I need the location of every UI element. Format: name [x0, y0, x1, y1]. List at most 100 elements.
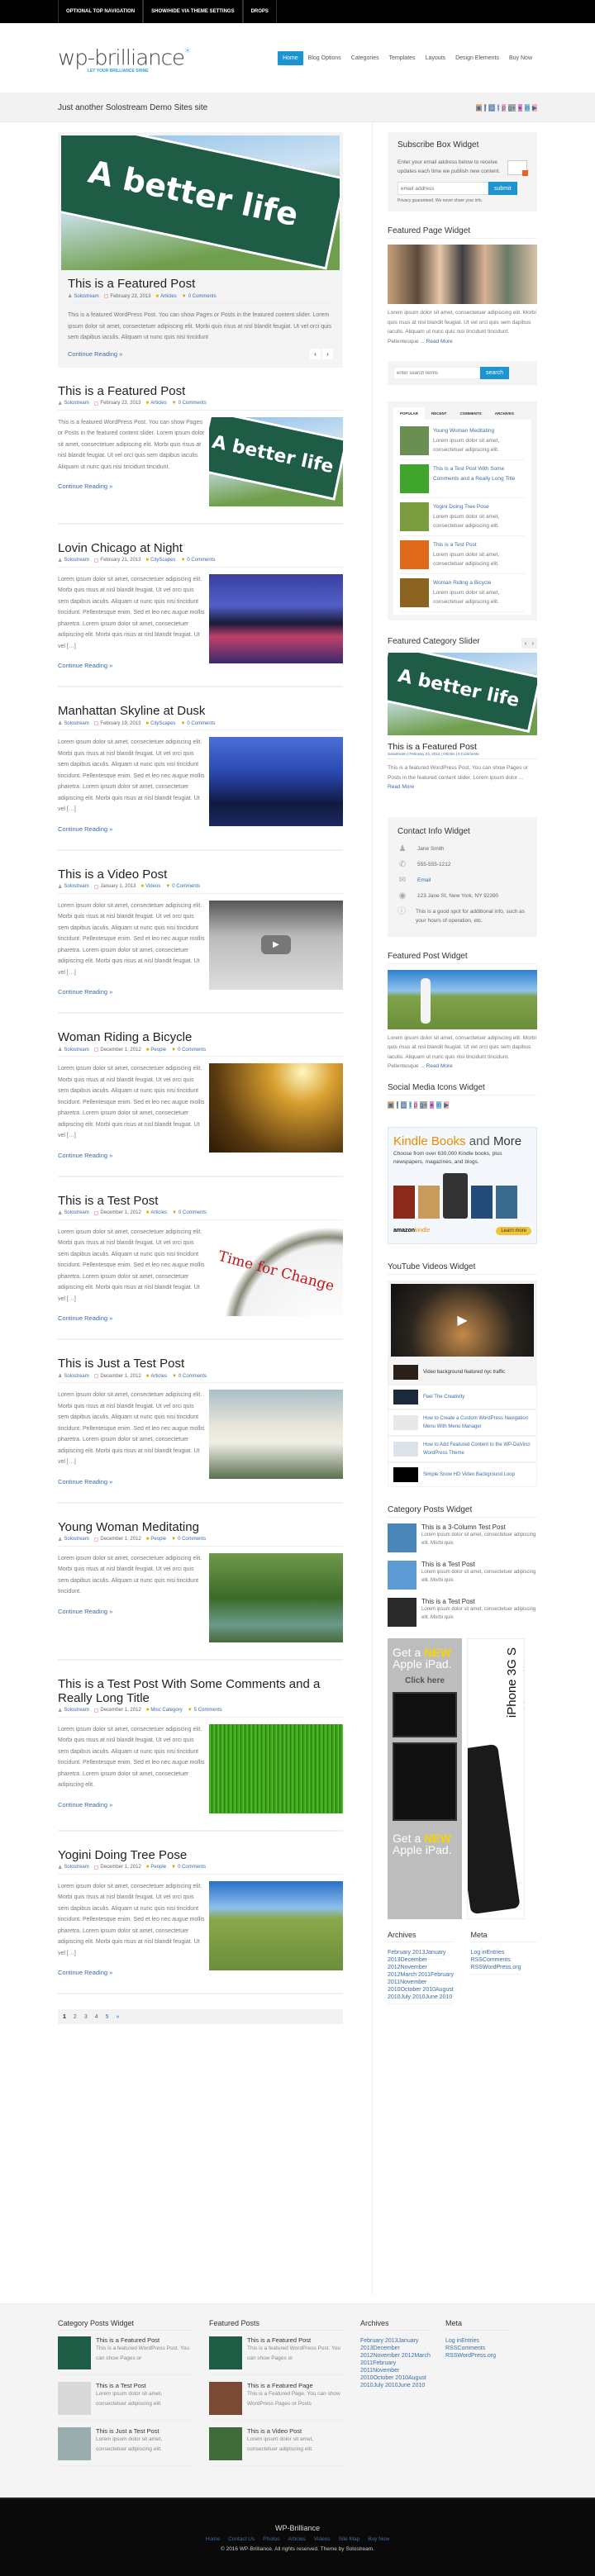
grass-image[interactable] — [209, 1723, 343, 1813]
popular-post-title[interactable]: Woman Riding a Bicycle — [433, 578, 525, 588]
category-link[interactable]: CityScapes — [150, 558, 175, 563]
page-link[interactable]: 4 — [95, 2014, 98, 2020]
video-play-icon[interactable]: ▶ — [261, 935, 291, 954]
comments-link[interactable]: 5 Comments — [194, 1708, 222, 1713]
video-title[interactable]: How to Add Featured Content to the WP-Da… — [423, 1441, 531, 1457]
author-link[interactable]: Solostream — [64, 1537, 88, 1542]
iphone-ad[interactable]: iPhone 3G S The fastest, most powerful i… — [467, 1637, 525, 1919]
footer-nav-photos[interactable]: Photos — [263, 2536, 279, 2542]
subscribe-submit-button[interactable]: submit — [488, 182, 517, 195]
archive-link[interactable]: July 2010 — [400, 1990, 426, 2004]
footer-nav-site-map[interactable]: Site Map — [339, 2536, 360, 2542]
nav-item-layouts[interactable]: Layouts — [421, 51, 451, 65]
popular-post-title[interactable]: This is a Test Post With Some Comments a… — [433, 464, 525, 483]
youtube-video-item[interactable]: Video background featured nyc traffic — [388, 1359, 537, 1385]
featured-title[interactable]: This is a Featured Post — [68, 277, 333, 291]
category-link[interactable]: Articles — [160, 294, 177, 299]
post-thumbnail[interactable] — [209, 2336, 242, 2369]
post-thumbnail[interactable] — [58, 2336, 91, 2369]
footer-nav-buy-now[interactable]: Buy Now — [368, 2536, 389, 2542]
read-more-link[interactable]: Read More — [388, 784, 414, 790]
footer-post-title[interactable]: This is Just a Test Post — [96, 2427, 194, 2435]
linkedin-icon[interactable]: in — [436, 1100, 442, 1109]
popular-post-item[interactable]: Woman Riding a Bicycle Lorem ipsum dolor … — [400, 574, 525, 612]
continue-reading-link[interactable]: Continue Reading » — [58, 1608, 112, 1615]
googleplus-icon[interactable]: g+ — [507, 103, 516, 112]
post-title[interactable]: This is a Test Post With Some Comments a… — [58, 1677, 343, 1705]
category-link[interactable]: People — [150, 1048, 166, 1053]
ipad-ad[interactable]: Get a NEW Apple iPad. Click here Get a NE… — [388, 1637, 462, 1919]
popular-post-item[interactable]: Yogini Doing Tree Pose Lorem ipsum dolor … — [400, 498, 525, 536]
category-post-title[interactable]: This is a Test Post — [421, 1561, 537, 1568]
cat-slider-prev-button[interactable]: ‹ — [525, 639, 527, 647]
page-link[interactable]: » — [117, 2014, 120, 2020]
featured-image[interactable]: A better life — [61, 135, 340, 270]
post-thumbnail[interactable] — [388, 1597, 416, 1627]
comments-link[interactable]: 0 Comments — [178, 1537, 206, 1542]
comments-link[interactable]: 0 Comments — [187, 558, 215, 563]
popular-post-item[interactable]: This is a Test Post Lorem ipsum dolor sit… — [400, 536, 525, 574]
tab-archives[interactable]: ARCHIVES — [488, 407, 521, 420]
popular-post-item[interactable]: This is a Test Post With Some Comments a… — [400, 460, 525, 498]
post-title[interactable]: This is a Test Post — [58, 1194, 343, 1208]
flickr-icon[interactable]: ● — [430, 1100, 435, 1109]
meta-link[interactable]: WordPress.org — [457, 2350, 496, 2361]
post-thumbnail[interactable] — [400, 540, 429, 569]
slider-next-button[interactable]: › — [322, 348, 333, 359]
footer-post-item[interactable]: This is a Video Post Lorem ipsum dolor si… — [209, 2427, 345, 2466]
video-title[interactable]: Video background featured nyc traffic — [423, 1368, 505, 1376]
category-post-item[interactable]: This is a 3-Column Test Post Lorem ipsum … — [388, 1523, 537, 1552]
youtube-player[interactable]: ▶ — [388, 1280, 537, 1360]
author-link[interactable]: Solostream — [64, 1048, 88, 1053]
googleplus-icon[interactable]: g+ — [420, 1100, 428, 1109]
footer-nav-contact-us[interactable]: Contact Us — [228, 2536, 255, 2542]
video-placeholder-image[interactable]: ▶ — [209, 900, 343, 990]
author-link[interactable]: Solostream — [64, 1374, 88, 1379]
post-thumbnail[interactable] — [400, 426, 429, 455]
post-thumbnail[interactable] — [388, 1523, 416, 1552]
tab-popular[interactable]: POPULAR — [393, 407, 426, 420]
author-link[interactable]: Solostream — [64, 558, 88, 563]
popular-post-title[interactable]: Yogini Doing Tree Pose — [433, 502, 525, 512]
author-link[interactable]: Solostream — [64, 884, 88, 889]
youtube-video-item[interactable]: Simple Snow HD Video Background Loop — [388, 1461, 537, 1487]
youtube-video-item[interactable]: Feel The Creativity — [388, 1384, 537, 1409]
play-icon[interactable]: ▶ — [457, 1312, 467, 1328]
nav-item-home[interactable]: Home — [277, 50, 303, 65]
footer-post-item[interactable]: This is a Featured Post This is a feature… — [58, 2336, 194, 2375]
email-input[interactable] — [397, 182, 488, 195]
rss-icon[interactable]: ▣ — [475, 103, 483, 112]
meta-link[interactable]: WordPress.org — [482, 1961, 521, 1975]
category-post-title[interactable]: This is a Test Post — [421, 1598, 537, 1605]
nav-item-categories[interactable]: Categories — [346, 51, 384, 65]
search-input[interactable] — [393, 367, 480, 379]
page-link[interactable]: 2 — [74, 2014, 77, 2020]
post-thumbnail[interactable] — [209, 2427, 242, 2460]
tree-pose-image[interactable] — [209, 1880, 343, 1970]
post-thumbnail[interactable] — [400, 464, 429, 493]
team-image[interactable] — [388, 245, 537, 304]
footer-post-title[interactable]: This is a Test Post — [96, 2382, 194, 2389]
twitter-icon[interactable]: t — [497, 103, 500, 112]
kindle-ad[interactable]: Kindle Books and More Choose from over 6… — [388, 1126, 537, 1244]
comments-link[interactable]: 0 Comments — [178, 1210, 207, 1215]
post-title[interactable]: Young Woman Meditating — [58, 1520, 343, 1534]
facebook-icon[interactable]: f — [396, 1100, 398, 1109]
popular-post-item[interactable]: Young Woman Meditating Lorem ipsum dolor … — [400, 422, 525, 460]
footer-nav-articles[interactable]: Articles — [288, 2536, 306, 2542]
comments-link[interactable]: 0 Comments — [178, 1048, 206, 1053]
post-thumbnail[interactable] — [58, 2427, 91, 2460]
footer-nav-home[interactable]: Home — [206, 2536, 220, 2542]
category-link[interactable]: Videos — [145, 884, 160, 889]
post-title[interactable]: This is Just a Test Post — [58, 1357, 343, 1371]
youtube-icon[interactable]: ▶ — [444, 1100, 450, 1109]
manhattan-image[interactable] — [209, 737, 343, 826]
pinterest-icon[interactable]: p — [413, 1100, 418, 1109]
facebook-icon[interactable]: f — [484, 103, 487, 112]
continue-reading-link[interactable]: Continue Reading » — [58, 482, 112, 490]
comments-link[interactable]: 0 Comments — [188, 294, 217, 299]
tab-recent[interactable]: RECENT — [425, 407, 454, 420]
post-thumbnail[interactable] — [58, 2382, 91, 2415]
nav-item-blog-options[interactable]: Blog Options — [303, 51, 346, 65]
category-link[interactable]: Articles — [150, 401, 167, 406]
